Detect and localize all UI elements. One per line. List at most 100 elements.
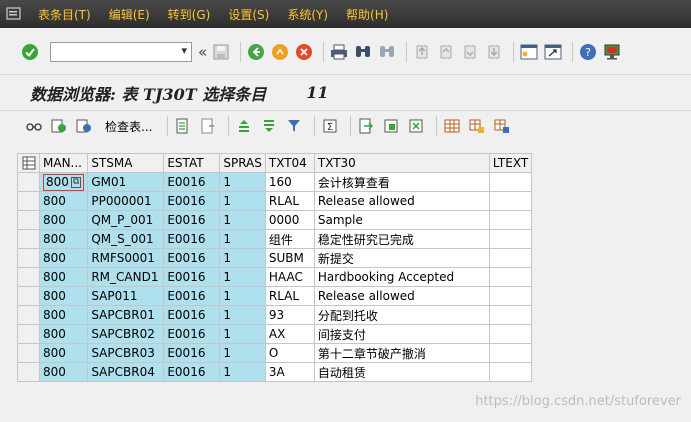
cell-txt04[interactable]: SUBM	[264, 248, 315, 268]
save-layout-icon[interactable]	[492, 116, 512, 136]
cell-mandt[interactable]: 800	[38, 210, 89, 230]
customize-layout-icon[interactable]	[602, 42, 622, 62]
cancel-icon[interactable]	[294, 42, 314, 62]
cell-mandt[interactable]: 800	[38, 305, 89, 325]
details-icon[interactable]	[173, 116, 193, 136]
cell-spras[interactable]: 1	[219, 286, 266, 306]
cell-mandt[interactable]: 800	[38, 362, 89, 382]
cell-ltext[interactable]	[488, 229, 533, 249]
cell-mandt[interactable]: 800	[38, 248, 89, 268]
cell-ltext[interactable]	[488, 362, 533, 382]
table-row[interactable]: 800 SAP011 E0016 1 RLAL Release allowed	[17, 286, 533, 306]
check-table-button[interactable]: 检查表...	[105, 118, 152, 135]
column-header-txt30[interactable]: TXT30	[313, 153, 490, 173]
row-selector[interactable]	[17, 362, 40, 382]
cell-txt30[interactable]: 第十二章节破产撤消	[313, 343, 490, 363]
column-header-spras[interactable]: SPRAS	[219, 153, 266, 173]
local-file-icon[interactable]	[381, 116, 401, 136]
cell-ltext[interactable]	[488, 286, 533, 306]
cell-txt30[interactable]: 稳定性研究已完成	[313, 229, 490, 249]
cell-spras[interactable]: 1	[219, 172, 266, 192]
system-menu-icon[interactable]	[0, 0, 28, 28]
cell-ltext[interactable]	[488, 210, 533, 230]
cell-txt30[interactable]: Hardbooking Accepted	[313, 267, 490, 287]
cell-estat[interactable]: E0016	[163, 248, 221, 268]
cell-spras[interactable]: 1	[219, 362, 266, 382]
table-row[interactable]: 800 PP000001 E0016 1 RLAL Release allowe…	[17, 191, 533, 211]
column-header-ltext[interactable]: LTEXT	[488, 153, 533, 173]
find-icon[interactable]	[353, 42, 373, 62]
reload-icon[interactable]	[74, 116, 94, 136]
cell-txt04[interactable]: O	[264, 343, 315, 363]
save-icon[interactable]	[211, 42, 231, 62]
cell-stsma[interactable]: SAP011	[87, 286, 165, 306]
cell-stsma[interactable]: SAPCBR02	[87, 324, 165, 344]
row-selector[interactable]	[17, 343, 40, 363]
select-layout-icon[interactable]	[467, 116, 487, 136]
cell-txt30[interactable]: 分配到托收	[313, 305, 490, 325]
change-layout-icon[interactable]	[442, 116, 462, 136]
display-icon[interactable]	[24, 116, 44, 136]
cell-estat[interactable]: E0016	[163, 362, 221, 382]
exit-icon[interactable]	[270, 42, 290, 62]
refresh-icon[interactable]	[49, 116, 69, 136]
cell-spras[interactable]: 1	[219, 229, 266, 249]
table-row[interactable]: 800 QM_P_001 E0016 1 0000 Sample	[17, 210, 533, 230]
cell-stsma[interactable]: QM_S_001	[87, 229, 165, 249]
value-help-icon[interactable]: ⧉	[70, 176, 82, 188]
column-header-estat[interactable]: ESTAT	[163, 153, 221, 173]
row-selector[interactable]	[17, 324, 40, 344]
print-icon[interactable]	[329, 42, 349, 62]
filter-icon[interactable]	[284, 116, 304, 136]
enter-icon[interactable]	[20, 42, 40, 62]
cell-txt30[interactable]: Release allowed	[313, 191, 490, 211]
command-field[interactable]: ▾	[50, 42, 192, 62]
table-row[interactable]: 800 SAPCBR01 E0016 1 93 分配到托收	[17, 305, 533, 325]
table-row[interactable]: 800 RMFS0001 E0016 1 SUBM 新提交	[17, 248, 533, 268]
export-icon[interactable]	[356, 116, 376, 136]
row-selector[interactable]	[17, 267, 40, 287]
menu-help[interactable]: 帮助(H)	[346, 6, 388, 23]
table-row[interactable]: 800 SAPCBR02 E0016 1 AX 间接支付	[17, 324, 533, 344]
table-row[interactable]: 800 SAPCBR04 E0016 1 3A 自动租赁	[17, 362, 533, 382]
cell-txt04[interactable]: HAAC	[264, 267, 315, 287]
cell-estat[interactable]: E0016	[163, 172, 221, 192]
cell-stsma[interactable]: SAPCBR03	[87, 343, 165, 363]
cell-ltext[interactable]	[488, 191, 533, 211]
cell-estat[interactable]: E0016	[163, 191, 221, 211]
cell-stsma[interactable]: RM_CAND1	[87, 267, 165, 287]
cell-stsma[interactable]: GM01	[87, 172, 165, 192]
cell-txt30[interactable]: 间接支付	[313, 324, 490, 344]
cell-txt04[interactable]: 3A	[264, 362, 315, 382]
cell-stsma[interactable]: SAPCBR04	[87, 362, 165, 382]
cell-txt04[interactable]: 组件	[264, 229, 315, 249]
menu-goto[interactable]: 转到(G)	[168, 6, 211, 23]
column-header-txt04[interactable]: TXT04	[264, 153, 315, 173]
collapse-command-field-icon[interactable]: «	[198, 43, 207, 61]
cell-txt04[interactable]: 160	[264, 172, 315, 192]
cell-mandt[interactable]: 800	[38, 324, 89, 344]
table-row[interactable]: 800 QM_S_001 E0016 1 组件 稳定性研究已完成	[17, 229, 533, 249]
cell-txt30[interactable]: Sample	[313, 210, 490, 230]
row-selector[interactable]	[17, 191, 40, 211]
cell-stsma[interactable]: SAPCBR01	[87, 305, 165, 325]
row-selector[interactable]	[17, 172, 40, 192]
cell-txt30[interactable]: 会计核算查看	[313, 172, 490, 192]
cell-txt04[interactable]: 0000	[264, 210, 315, 230]
new-session-icon[interactable]	[519, 42, 539, 62]
cell-spras[interactable]: 1	[219, 324, 266, 344]
cell-txt04[interactable]: RLAL	[264, 191, 315, 211]
cell-spras[interactable]: 1	[219, 210, 266, 230]
cell-txt04[interactable]: RLAL	[264, 286, 315, 306]
cell-spras[interactable]: 1	[219, 343, 266, 363]
cell-ltext[interactable]	[488, 343, 533, 363]
column-header-stsma[interactable]: STSMA	[87, 153, 165, 173]
cell-txt30[interactable]: 自动租赁	[313, 362, 490, 382]
cell-spras[interactable]: 1	[219, 267, 266, 287]
table-settings-icon[interactable]	[22, 156, 36, 170]
cell-estat[interactable]: E0016	[163, 305, 221, 325]
table-row[interactable]: 800 RM_CAND1 E0016 1 HAAC Hardbooking Ac…	[17, 267, 533, 287]
previous-page-icon[interactable]	[436, 42, 456, 62]
row-selector[interactable]	[17, 286, 40, 306]
cell-mandt[interactable]: 800	[38, 267, 89, 287]
